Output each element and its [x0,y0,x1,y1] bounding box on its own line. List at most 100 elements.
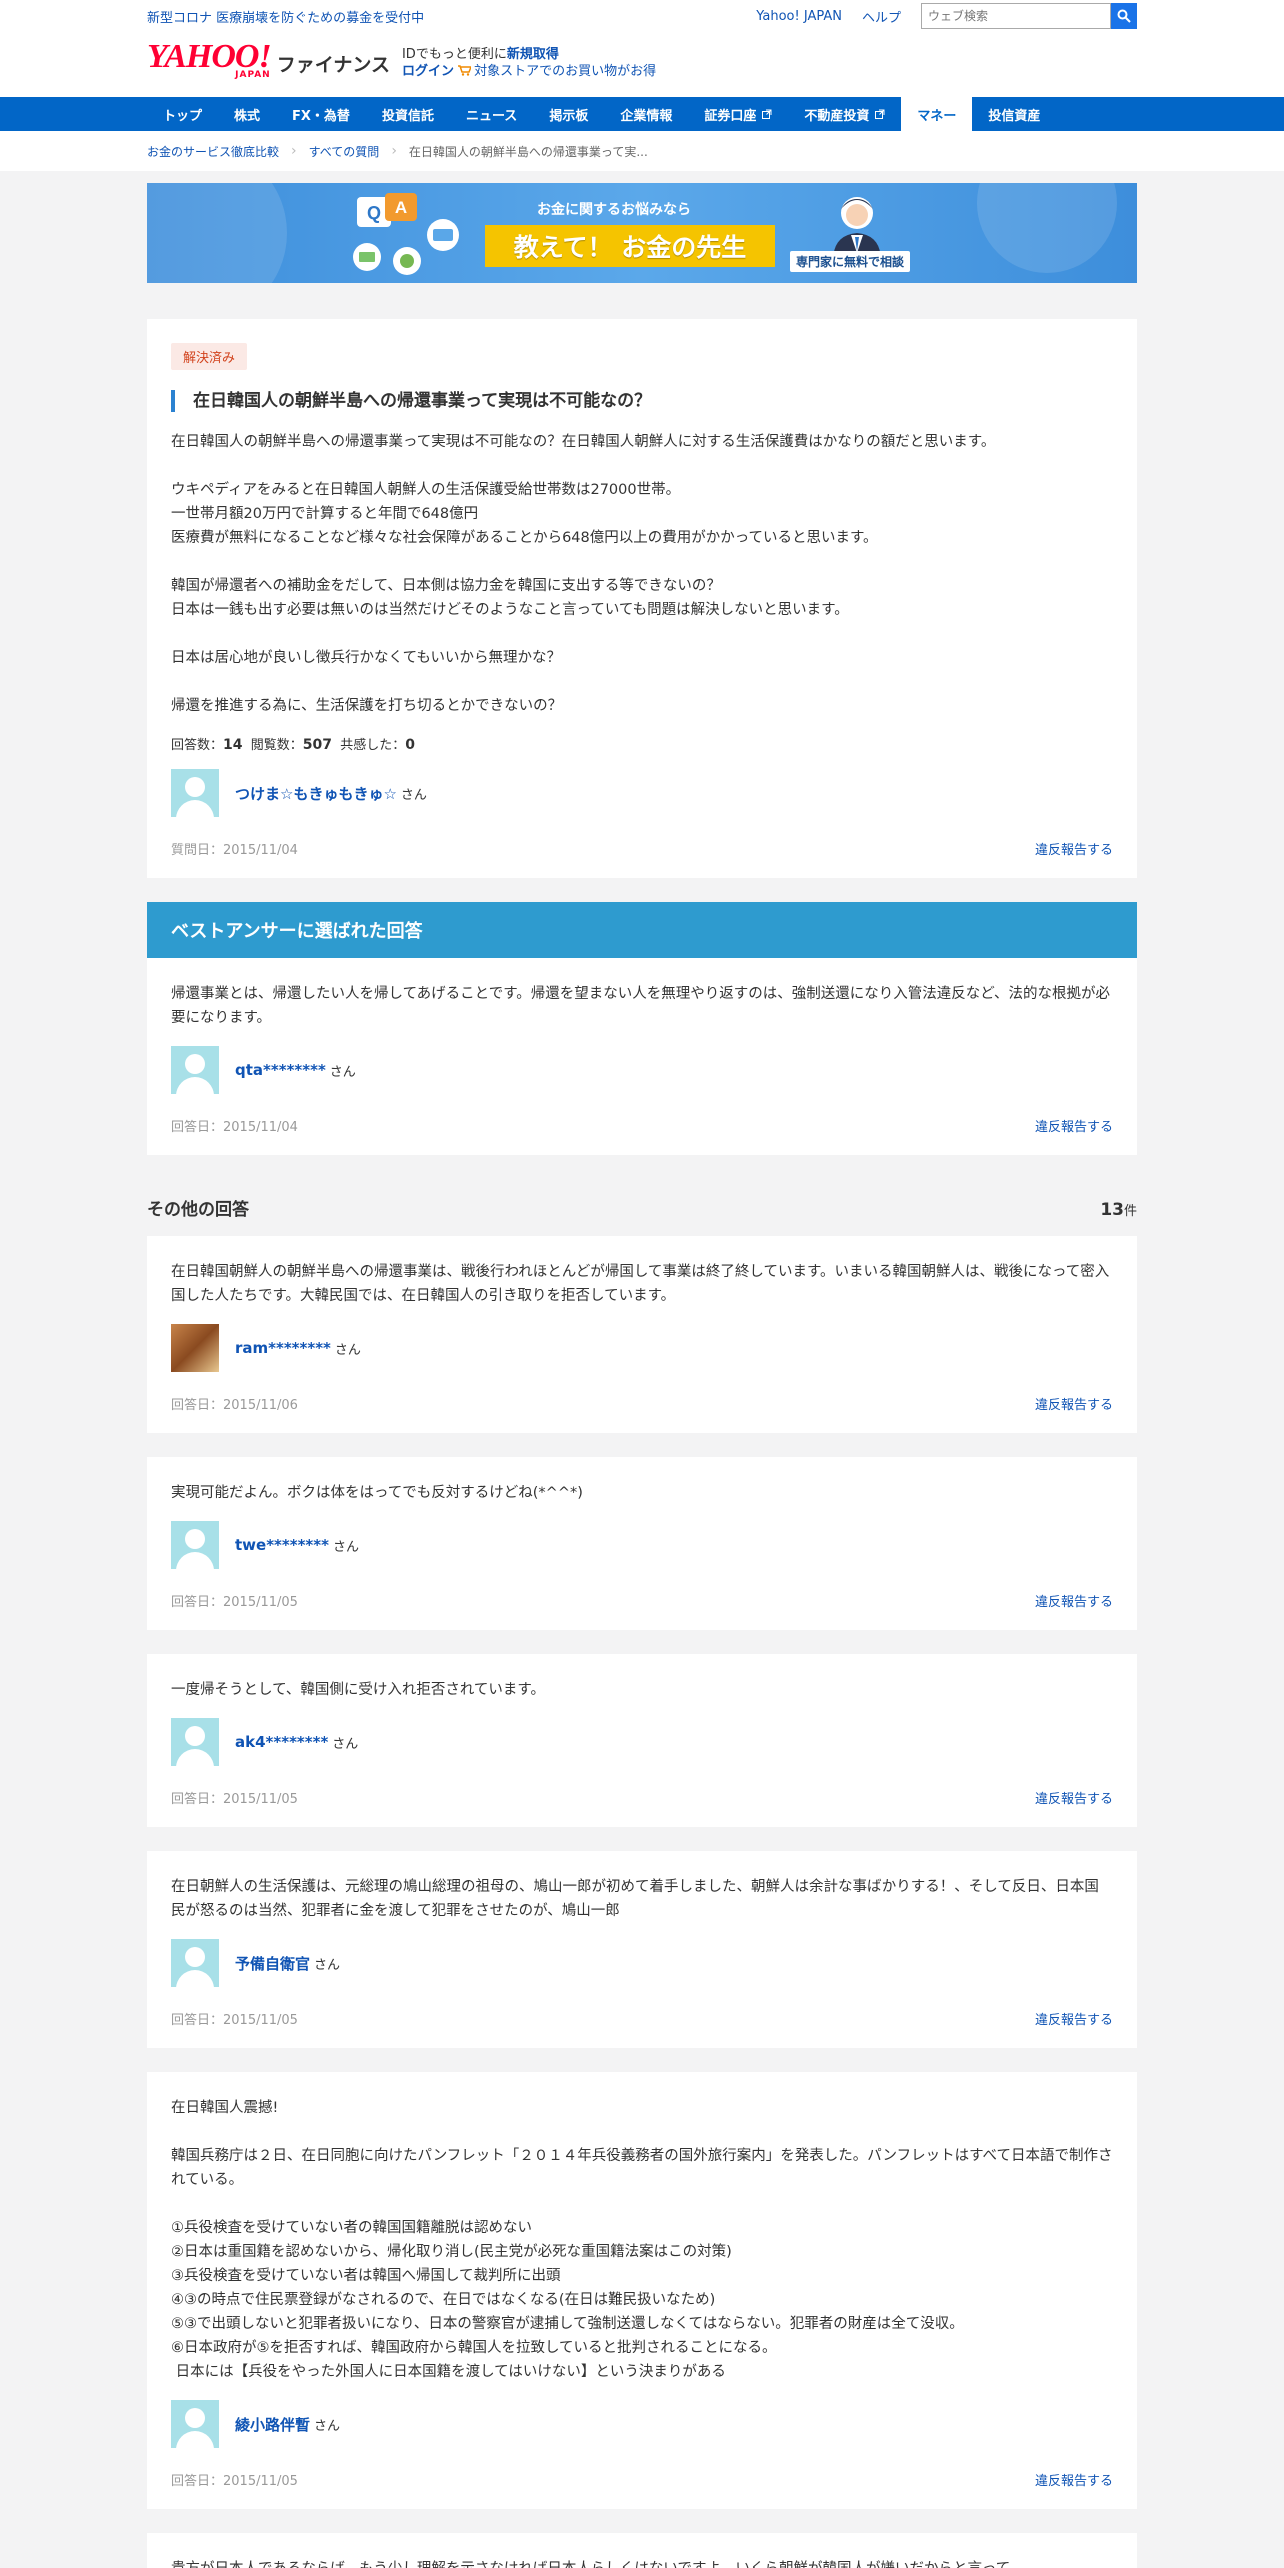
honorific: さん [334,1342,361,1358]
covid-notice-link[interactable]: 新型コロナ 医療崩壊を防ぐための募金を受付中 [147,7,424,26]
avatar[interactable] [171,1718,219,1766]
nav-item-4[interactable]: ニュース [450,97,533,131]
answer-date: 回答日：2015/11/05 [171,2474,298,2489]
qa-q-letter: Q [367,203,381,223]
answers-count: 14 [223,737,243,753]
empathy-count: 0 [405,737,416,753]
nav-item-7[interactable]: 証券口座 [688,97,788,131]
avatar[interactable] [171,2400,219,2448]
answer-body: 在日韓国人震撼! 韓国兵務庁は２日、在日同胞に向けたパンフレット「２０１４年兵役… [171,2100,1113,2380]
breadcrumb-current: 在日韓国人の朝鮮半島への帰還事業って実... [408,144,648,159]
answer-body: 在日朝鮮人の生活保護は、元総理の鳩山総理の祖母の、鳩山一郎が初めて着手しました、… [171,1879,1099,1919]
question-card: 解決済み 在日韓国人の朝鮮半島への帰還事業って実現は不可能なの？ 在日韓国人の朝… [147,319,1137,878]
login-link[interactable]: ログイン [402,64,454,79]
answer-meta: 回答日：2015/11/05 違反報告する [171,2009,1113,2028]
breadcrumb-item-comparison[interactable]: お金のサービス徹底比較 [147,143,279,160]
report-link[interactable]: 違反報告する [1035,2470,1113,2489]
banner-tagline: お金に関するお悩みなら [537,202,691,218]
answer-body: 在日韓国朝鮮人の朝鮮半島への帰還事業は、戦後行われほとんどが帰国して事業は終了終… [171,1264,1110,1304]
report-link[interactable]: 違反報告する [1035,1394,1113,1413]
avatar[interactable] [171,1324,219,1372]
help-link[interactable]: ヘルプ [862,7,901,26]
qa-a-letter: A [395,198,407,217]
answer-date: 回答日：2015/11/04 [171,1120,298,1135]
answer-meta: 回答日：2015/11/04 違反報告する [171,1116,1113,1135]
answerer-name[interactable]: twe******** [235,1536,329,1554]
answer-meta: 回答日：2015/11/05 違反報告する [171,1591,1113,1610]
nav-item-label: 投信資産 [988,108,1041,124]
nav-item-label: トップ [163,108,203,124]
nav-item-2[interactable]: FX・為替 [276,97,366,131]
other-answers-count: 13件 [1100,1200,1137,1220]
report-link[interactable]: 違反報告する [1035,1116,1113,1135]
nav-item-label: 不動産投資 [804,108,870,124]
honorific: さん [314,1957,341,1973]
cart-icon [458,65,472,76]
avatar[interactable] [171,769,219,817]
search-button[interactable] [1111,3,1137,29]
id-promo: IDでもっと便利に新規取得 ログイン 対象ストアでのお買い物がお得 [402,46,656,80]
other-answers-title: その他の回答 [147,1200,249,1220]
nav-item-label: ニュース [465,108,518,124]
avatar[interactable] [171,1521,219,1569]
avatar[interactable] [171,1939,219,1987]
answerer: ak4******** さん [171,1718,1113,1766]
breadcrumb-item-all-questions[interactable]: すべての質問 [309,143,380,160]
views-count: 507 [302,737,333,753]
answerer-name[interactable]: ram******** [235,1339,331,1357]
answers-label: 回答数： [171,738,224,753]
external-link-icon [762,109,772,119]
report-link[interactable]: 違反報告する [1035,1591,1113,1610]
store-link[interactable]: 対象ストアでのお買い物がお得 [474,64,656,79]
report-link[interactable]: 違反報告する [1035,839,1113,858]
views-label: 閲覧数： [250,738,303,753]
answer-date: 回答日：2015/11/05 [171,1595,298,1610]
nav-item-label: 株式 [234,108,261,124]
answer-card: 実現可能だよん。ボクは体をはってでも反対するけどね(*^^*) twe******… [147,1457,1137,1630]
nav-item-6[interactable]: 企業情報 [604,97,688,131]
answer-meta: 回答日：2015/11/06 違反報告する [171,1394,1113,1413]
answerer-name[interactable]: ak4******** [235,1733,328,1751]
honorific: さん [332,1736,359,1752]
question-meta: 質問日：2015/11/04 違反報告する [171,839,1113,858]
answer-card: 在日韓国朝鮮人の朝鮮半島への帰還事業は、戦後行われほとんどが帰国して事業は終了終… [147,1236,1137,1433]
answerer-name[interactable]: qta******** [235,1061,326,1079]
yahoo-finance-logo[interactable]: YAHOO! JAPAN ファイナンス [147,40,390,81]
nav-item-label: 証券口座 [704,108,757,124]
answerer-name[interactable]: 予備自衛官 [235,1953,310,1974]
answerer: ram******** さん [171,1324,1113,1372]
honorific: さん [329,1064,356,1080]
search-input[interactable] [921,3,1111,29]
answer-meta: 回答日：2015/11/05 違反報告する [171,1788,1113,1807]
questioner-name[interactable]: つけま☆もきゅもきゅ☆ [235,783,397,804]
breadcrumb: お金のサービス徹底比較 › すべての質問 › 在日韓国人の朝鮮半島への帰還事業っ… [0,131,1284,171]
nav-item-1[interactable]: 株式 [218,97,276,131]
report-link[interactable]: 違反報告する [1035,1788,1113,1807]
okane-sensei-banner[interactable]: Q A お金に関するお悩みなら 教えて！ お金の先生 専門家に無料で相談 [147,183,1137,283]
nav-item-9[interactable]: マネー [901,97,973,131]
nav-item-10[interactable]: 投信資産 [972,97,1056,131]
register-link[interactable]: 新規取得 [507,47,559,62]
question-body: 在日韓国人の朝鮮半島への帰還事業って実現は不可能なの？在日韓国人朝鮮人に対する生… [171,434,996,714]
top-bar: 新型コロナ 医療崩壊を防ぐための募金を受付中 Yahoo! JAPAN ヘルプ [0,0,1284,32]
nav-item-8[interactable]: 不動産投資 [788,97,901,131]
nav-item-0[interactable]: トップ [147,97,218,131]
nav-item-label: 企業情報 [620,108,673,124]
answer-card: 在日朝鮮人の生活保護は、元総理の鳩山総理の祖母の、鳩山一郎が初めて着手しました、… [147,1851,1137,2048]
qa-illustration-icon: Q A [353,193,459,275]
chevron-right-icon: › [391,143,397,159]
answer-date: 回答日：2015/11/06 [171,1398,298,1413]
questioner: つけま☆もきゅもきゅ☆ さん [171,769,1113,817]
external-link-icon [875,109,885,119]
answer-body: 帰還事業とは、帰還したい人を帰してあげることです。帰還を望まない人を無理やり返す… [171,986,1111,1026]
nav-item-label: マネー [917,108,957,124]
nav-item-5[interactable]: 掲示板 [533,97,604,131]
answerer-name[interactable]: 綾小路伴暫 [235,2414,310,2435]
search-icon [1117,9,1131,23]
banner-decoration [147,183,287,283]
status-badge: 解決済み [171,343,248,370]
avatar[interactable] [171,1046,219,1094]
yahoo-japan-link[interactable]: Yahoo! JAPAN [756,9,842,24]
report-link[interactable]: 違反報告する [1035,2009,1113,2028]
nav-item-3[interactable]: 投資信託 [366,97,450,131]
